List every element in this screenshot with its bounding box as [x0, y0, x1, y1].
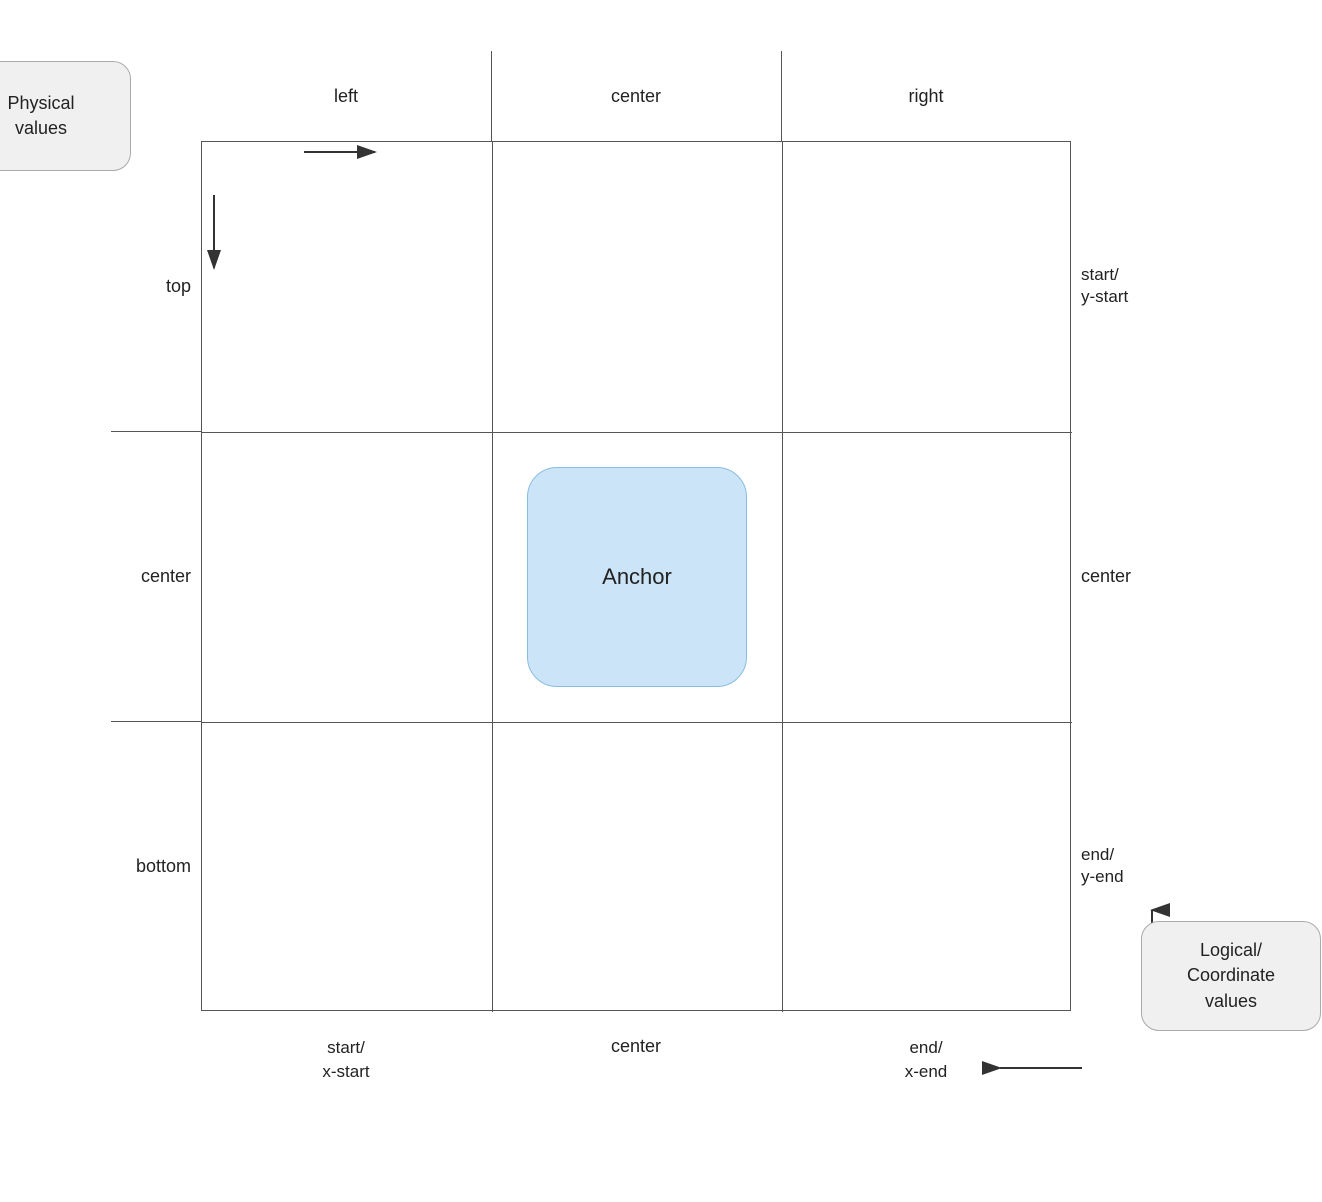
anchor-box: Anchor [527, 467, 747, 687]
label-right-top: start/y-start [1081, 141, 1211, 431]
label-right-center: center [1081, 431, 1211, 721]
grid: Anchor [201, 141, 1071, 1011]
label-bottom-left: start/x-start [201, 1021, 491, 1084]
logical-values-box: Logical/Coordinatevalues [1141, 921, 1321, 1031]
label-top-right: right [781, 86, 1071, 107]
label-bottom-right: end/x-end [781, 1021, 1071, 1084]
label-top-left: left [201, 86, 491, 107]
horizontal-divider-2 [202, 722, 1072, 723]
label-left-bottom: bottom [81, 721, 191, 1011]
label-left-top: top [81, 141, 191, 431]
physical-values-label: Physicalvalues [7, 91, 74, 141]
label-left-center: center [81, 431, 191, 721]
label-top-center: center [491, 86, 781, 107]
anchor-label: Anchor [602, 564, 672, 590]
logical-values-label: Logical/Coordinatevalues [1187, 938, 1275, 1014]
anchor-cell: Anchor [492, 432, 782, 722]
label-bottom-center: center [491, 1021, 781, 1057]
vertical-divider-2 [782, 142, 783, 1012]
physical-values-box: Physicalvalues [0, 61, 131, 171]
